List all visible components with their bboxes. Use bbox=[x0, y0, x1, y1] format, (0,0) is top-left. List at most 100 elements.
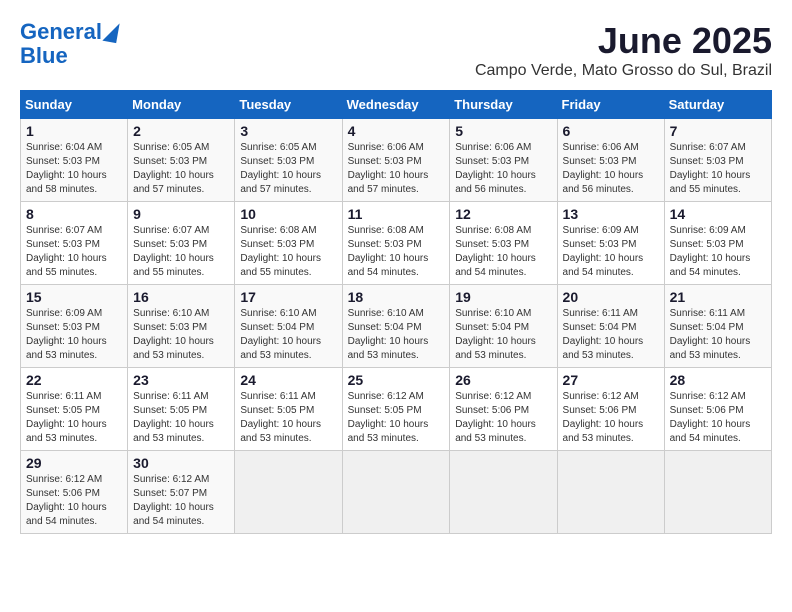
day-number: 19 bbox=[455, 289, 551, 305]
day-number: 13 bbox=[563, 206, 659, 222]
logo-text: General bbox=[20, 20, 102, 44]
day-number: 2 bbox=[133, 123, 229, 139]
calendar-cell: 14Sunrise: 6:09 AM Sunset: 5:03 PM Dayli… bbox=[664, 202, 771, 285]
day-info: Sunrise: 6:09 AM Sunset: 5:03 PM Dayligh… bbox=[670, 224, 766, 280]
calendar-cell: 1 Sunrise: 6:04 AM Sunset: 5:03 PM Daylig… bbox=[21, 119, 128, 202]
day-number: 11 bbox=[348, 206, 445, 222]
day-info: Sunrise: 6:09 AM Sunset: 5:03 PM Dayligh… bbox=[563, 224, 659, 280]
calendar-cell: 22 Sunrise: 6:11 AM Sunset: 5:05 PM Dayli… bbox=[21, 368, 128, 451]
calendar-cell: 23 Sunrise: 6:11 AM Sunset: 5:05 PM Dayli… bbox=[128, 368, 235, 451]
day-info: Sunrise: 6:10 AM Sunset: 5:03 PM Dayligh… bbox=[133, 307, 229, 363]
day-info: Sunrise: 6:12 AM Sunset: 5:07 PM Dayligh… bbox=[133, 473, 229, 529]
day-number: 10 bbox=[240, 206, 336, 222]
calendar-header-thursday: Thursday bbox=[450, 91, 557, 119]
day-number: 23 bbox=[133, 372, 229, 388]
subtitle: Campo Verde, Mato Grosso do Sul, Brazil bbox=[475, 62, 772, 80]
calendar-header-tuesday: Tuesday bbox=[235, 91, 342, 119]
day-number: 24 bbox=[240, 372, 336, 388]
day-number: 15 bbox=[26, 289, 122, 305]
day-number: 28 bbox=[670, 372, 766, 388]
day-number: 7 bbox=[670, 123, 766, 139]
day-info: Sunrise: 6:07 AM Sunset: 5:03 PM Dayligh… bbox=[26, 224, 122, 280]
day-number: 30 bbox=[133, 455, 229, 471]
day-number: 1 bbox=[26, 123, 122, 139]
day-info: Sunrise: 6:11 AM Sunset: 5:04 PM Dayligh… bbox=[563, 307, 659, 363]
logo: General Blue bbox=[20, 20, 118, 68]
calendar-cell: 15 Sunrise: 6:09 AM Sunset: 5:03 PM Dayli… bbox=[21, 285, 128, 368]
header: General Blue June 2025 Campo Verde, Mato… bbox=[20, 20, 772, 80]
calendar-cell: 20 Sunrise: 6:11 AM Sunset: 5:04 PM Dayli… bbox=[557, 285, 664, 368]
day-number: 3 bbox=[240, 123, 336, 139]
calendar-cell: 19 Sunrise: 6:10 AM Sunset: 5:04 PM Dayli… bbox=[450, 285, 557, 368]
day-number: 9 bbox=[133, 206, 229, 222]
day-number: 5 bbox=[455, 123, 551, 139]
day-number: 16 bbox=[133, 289, 229, 305]
day-number: 12 bbox=[455, 206, 551, 222]
day-info: Sunrise: 6:11 AM Sunset: 5:05 PM Dayligh… bbox=[26, 390, 122, 446]
day-info: Sunrise: 6:11 AM Sunset: 5:05 PM Dayligh… bbox=[133, 390, 229, 446]
day-number: 4 bbox=[348, 123, 445, 139]
day-number: 29 bbox=[26, 455, 122, 471]
day-number: 27 bbox=[563, 372, 659, 388]
day-info: Sunrise: 6:10 AM Sunset: 5:04 PM Dayligh… bbox=[455, 307, 551, 363]
calendar-cell bbox=[235, 451, 342, 534]
day-info: Sunrise: 6:08 AM Sunset: 5:03 PM Dayligh… bbox=[455, 224, 551, 280]
calendar-week-1: 1 Sunrise: 6:04 AM Sunset: 5:03 PM Daylig… bbox=[21, 119, 772, 202]
calendar-week-2: 8 Sunrise: 6:07 AM Sunset: 5:03 PM Daylig… bbox=[21, 202, 772, 285]
calendar-cell: 24 Sunrise: 6:11 AM Sunset: 5:05 PM Dayli… bbox=[235, 368, 342, 451]
calendar-cell: 7Sunrise: 6:07 AM Sunset: 5:03 PM Daylig… bbox=[664, 119, 771, 202]
day-info: Sunrise: 6:12 AM Sunset: 5:06 PM Dayligh… bbox=[26, 473, 122, 529]
calendar-cell: 4 Sunrise: 6:06 AM Sunset: 5:03 PM Daylig… bbox=[342, 119, 450, 202]
calendar-header-wednesday: Wednesday bbox=[342, 91, 450, 119]
day-info: Sunrise: 6:11 AM Sunset: 5:05 PM Dayligh… bbox=[240, 390, 336, 446]
calendar-week-3: 15 Sunrise: 6:09 AM Sunset: 5:03 PM Dayli… bbox=[21, 285, 772, 368]
day-number: 8 bbox=[26, 206, 122, 222]
day-info: Sunrise: 6:11 AM Sunset: 5:04 PM Dayligh… bbox=[670, 307, 766, 363]
day-info: Sunrise: 6:05 AM Sunset: 5:03 PM Dayligh… bbox=[240, 141, 336, 197]
calendar-cell bbox=[342, 451, 450, 534]
calendar-cell: 11 Sunrise: 6:08 AM Sunset: 5:03 PM Dayli… bbox=[342, 202, 450, 285]
calendar-week-5: 29 Sunrise: 6:12 AM Sunset: 5:06 PM Dayli… bbox=[21, 451, 772, 534]
calendar-cell: 18Sunrise: 6:10 AM Sunset: 5:04 PM Dayli… bbox=[342, 285, 450, 368]
calendar-cell bbox=[450, 451, 557, 534]
day-number: 21 bbox=[670, 289, 766, 305]
title-area: June 2025 Campo Verde, Mato Grosso do Su… bbox=[475, 20, 772, 80]
day-info: Sunrise: 6:12 AM Sunset: 5:06 PM Dayligh… bbox=[670, 390, 766, 446]
calendar-cell: 21 Sunrise: 6:11 AM Sunset: 5:04 PM Dayli… bbox=[664, 285, 771, 368]
day-info: Sunrise: 6:12 AM Sunset: 5:06 PM Dayligh… bbox=[455, 390, 551, 446]
day-info: Sunrise: 6:06 AM Sunset: 5:03 PM Dayligh… bbox=[455, 141, 551, 197]
day-info: Sunrise: 6:06 AM Sunset: 5:03 PM Dayligh… bbox=[348, 141, 445, 197]
calendar-body: 1 Sunrise: 6:04 AM Sunset: 5:03 PM Daylig… bbox=[21, 119, 772, 534]
calendar-cell: 12 Sunrise: 6:08 AM Sunset: 5:03 PM Dayli… bbox=[450, 202, 557, 285]
day-info: Sunrise: 6:08 AM Sunset: 5:03 PM Dayligh… bbox=[240, 224, 336, 280]
day-info: Sunrise: 6:12 AM Sunset: 5:06 PM Dayligh… bbox=[563, 390, 659, 446]
calendar-header-friday: Friday bbox=[557, 91, 664, 119]
calendar-cell: 3 Sunrise: 6:05 AM Sunset: 5:03 PM Daylig… bbox=[235, 119, 342, 202]
calendar-cell: 9Sunrise: 6:07 AM Sunset: 5:03 PM Daylig… bbox=[128, 202, 235, 285]
day-info: Sunrise: 6:06 AM Sunset: 5:03 PM Dayligh… bbox=[563, 141, 659, 197]
main-title: June 2025 bbox=[475, 20, 772, 62]
calendar-cell: 27 Sunrise: 6:12 AM Sunset: 5:06 PM Dayli… bbox=[557, 368, 664, 451]
calendar-header-saturday: Saturday bbox=[664, 91, 771, 119]
calendar-cell: 30 Sunrise: 6:12 AM Sunset: 5:07 PM Dayli… bbox=[128, 451, 235, 534]
day-number: 6 bbox=[563, 123, 659, 139]
day-info: Sunrise: 6:04 AM Sunset: 5:03 PM Dayligh… bbox=[26, 141, 122, 197]
calendar-header-row: SundayMondayTuesdayWednesdayThursdayFrid… bbox=[21, 91, 772, 119]
day-info: Sunrise: 6:09 AM Sunset: 5:03 PM Dayligh… bbox=[26, 307, 122, 363]
day-number: 26 bbox=[455, 372, 551, 388]
calendar-header-sunday: Sunday bbox=[21, 91, 128, 119]
logo-triangle-icon bbox=[102, 21, 119, 43]
day-number: 20 bbox=[563, 289, 659, 305]
calendar-cell: 26 Sunrise: 6:12 AM Sunset: 5:06 PM Dayli… bbox=[450, 368, 557, 451]
calendar-cell: 13 Sunrise: 6:09 AM Sunset: 5:03 PM Dayli… bbox=[557, 202, 664, 285]
calendar-cell: 2Sunrise: 6:05 AM Sunset: 5:03 PM Daylig… bbox=[128, 119, 235, 202]
calendar-cell: 6 Sunrise: 6:06 AM Sunset: 5:03 PM Daylig… bbox=[557, 119, 664, 202]
calendar-cell: 16 Sunrise: 6:10 AM Sunset: 5:03 PM Dayli… bbox=[128, 285, 235, 368]
calendar-cell: 8 Sunrise: 6:07 AM Sunset: 5:03 PM Daylig… bbox=[21, 202, 128, 285]
calendar-week-4: 22 Sunrise: 6:11 AM Sunset: 5:05 PM Dayli… bbox=[21, 368, 772, 451]
day-info: Sunrise: 6:08 AM Sunset: 5:03 PM Dayligh… bbox=[348, 224, 445, 280]
calendar-cell: 25Sunrise: 6:12 AM Sunset: 5:05 PM Dayli… bbox=[342, 368, 450, 451]
day-number: 22 bbox=[26, 372, 122, 388]
day-info: Sunrise: 6:10 AM Sunset: 5:04 PM Dayligh… bbox=[348, 307, 445, 363]
calendar-cell: 29 Sunrise: 6:12 AM Sunset: 5:06 PM Dayli… bbox=[21, 451, 128, 534]
